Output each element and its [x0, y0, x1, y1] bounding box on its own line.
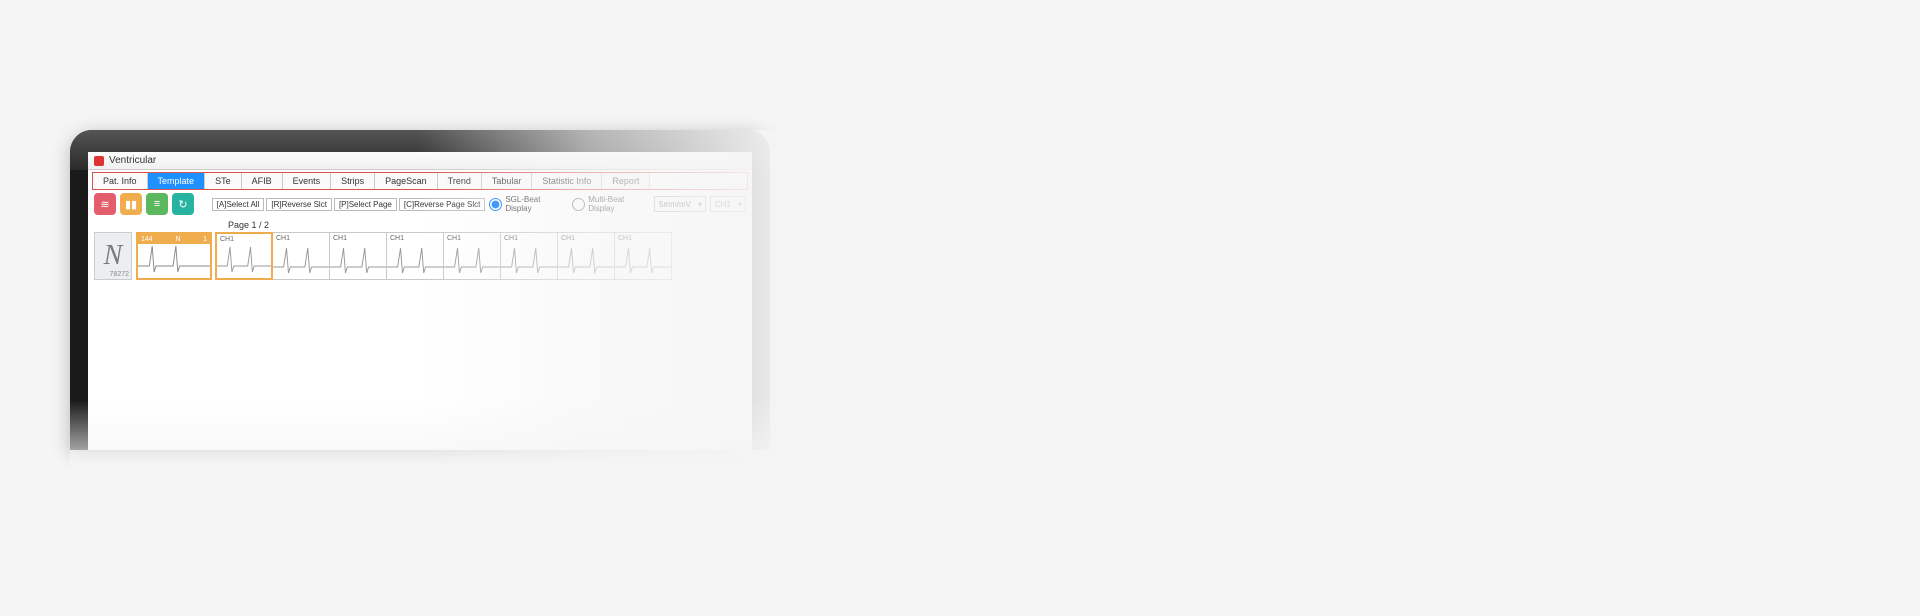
refresh-icon[interactable]: ↻ [172, 193, 194, 215]
bars-icon[interactable]: ▮▮ [120, 193, 142, 215]
window-title: Ventricular [109, 155, 156, 166]
preview-card[interactable]: 144 N 1 [136, 232, 212, 280]
ecg-waveform [330, 243, 386, 277]
strip-cell-label: CH1 [276, 235, 290, 242]
tab-pagescan[interactable]: PageScan [375, 173, 438, 189]
display-mode-radio-0[interactable] [489, 198, 502, 211]
strip-cell-label: CH1 [333, 235, 347, 242]
strip-cell-3[interactable]: CH1 [386, 232, 444, 280]
strip-grid: CH1CH1CH1CH1CH1CH1CH1CH1 [216, 232, 672, 280]
preview-waveform [138, 242, 210, 276]
strip-cell-4[interactable]: CH1 [443, 232, 501, 280]
tab-statistic-info[interactable]: Statistic Info [532, 173, 602, 189]
select-all-action[interactable]: [A]Select All [212, 198, 265, 211]
display-mode-option-0[interactable]: SGL-Beat Display [489, 195, 566, 213]
display-mode-label-0: SGL-Beat Display [505, 195, 566, 213]
page-indicator: Page 1 / 2 [88, 218, 752, 232]
display-mode-option-1[interactable]: Multi-Beat Display [572, 195, 650, 213]
graph-icon[interactable]: ≋ [94, 193, 116, 215]
tab-events[interactable]: Events [283, 173, 332, 189]
tab-template[interactable]: Template [148, 173, 206, 189]
app-screen: Ventricular Pat. InfoTemplateSTeAFIBEven… [88, 152, 752, 450]
strip-cell-label: CH1 [447, 235, 461, 242]
gain-select[interactable]: 5mm/mV [654, 196, 706, 212]
channel-select[interactable]: CH1 [710, 196, 746, 212]
strip-cell-0[interactable]: CH1 [215, 232, 273, 280]
select-page-action[interactable]: [P]Select Page [334, 198, 397, 211]
strip-cell-7[interactable]: CH1 [614, 232, 672, 280]
ecg-waveform [444, 243, 500, 277]
title-bar: Ventricular [88, 152, 752, 170]
gain-select-value: 5mm/mV [659, 200, 691, 209]
ecg-waveform [615, 243, 671, 277]
ecg-waveform [501, 243, 557, 277]
main-tabs: Pat. InfoTemplateSTeAFIBEventsStripsPage… [92, 172, 748, 190]
ecg-waveform [217, 242, 271, 276]
strip-cell-5[interactable]: CH1 [500, 232, 558, 280]
app-icon [94, 156, 104, 166]
reverse-page-select-action[interactable]: [C]Reverse Page Slct [399, 198, 485, 211]
display-mode-group: SGL-Beat Display Multi-Beat Display [489, 195, 650, 213]
tab-tabular[interactable]: Tabular [482, 173, 533, 189]
strip-cell-label: CH1 [504, 235, 518, 242]
strip-cell-label: CH1 [618, 235, 632, 242]
channel-select-value: CH1 [715, 200, 731, 209]
strip-cell-label: CH1 [390, 235, 404, 242]
category-letter: N [104, 242, 123, 270]
category-tile-n[interactable]: N 78272 [94, 232, 132, 280]
tab-ste[interactable]: STe [205, 173, 242, 189]
toolbar: ≋▮▮≡↻ [A]Select All[R]Reverse Slct[P]Sel… [88, 190, 752, 218]
ecg-waveform [558, 243, 614, 277]
ecg-waveform [273, 243, 329, 277]
reverse-select-action[interactable]: [R]Reverse Slct [266, 198, 332, 211]
strip-cell-2[interactable]: CH1 [329, 232, 387, 280]
tab-trend[interactable]: Trend [438, 173, 482, 189]
strip-content-row: N 78272 144 N 1 CH1CH1CH1CH1CH1CH1CH1CH1 [88, 232, 752, 280]
tab-report[interactable]: Report [602, 173, 650, 189]
strip-cell-1[interactable]: CH1 [272, 232, 330, 280]
ecg-waveform [387, 243, 443, 277]
strip-cell-label: CH1 [561, 235, 575, 242]
category-count: 78272 [110, 271, 129, 278]
display-mode-label-1: Multi-Beat Display [588, 195, 650, 213]
tab-pat-info[interactable]: Pat. Info [93, 173, 148, 189]
strip-cell-6[interactable]: CH1 [557, 232, 615, 280]
device-frame: Ventricular Pat. InfoTemplateSTeAFIBEven… [70, 130, 770, 450]
list-icon[interactable]: ≡ [146, 193, 168, 215]
display-mode-radio-1[interactable] [572, 198, 585, 211]
tab-afib[interactable]: AFIB [242, 173, 283, 189]
tab-strips[interactable]: Strips [331, 173, 375, 189]
